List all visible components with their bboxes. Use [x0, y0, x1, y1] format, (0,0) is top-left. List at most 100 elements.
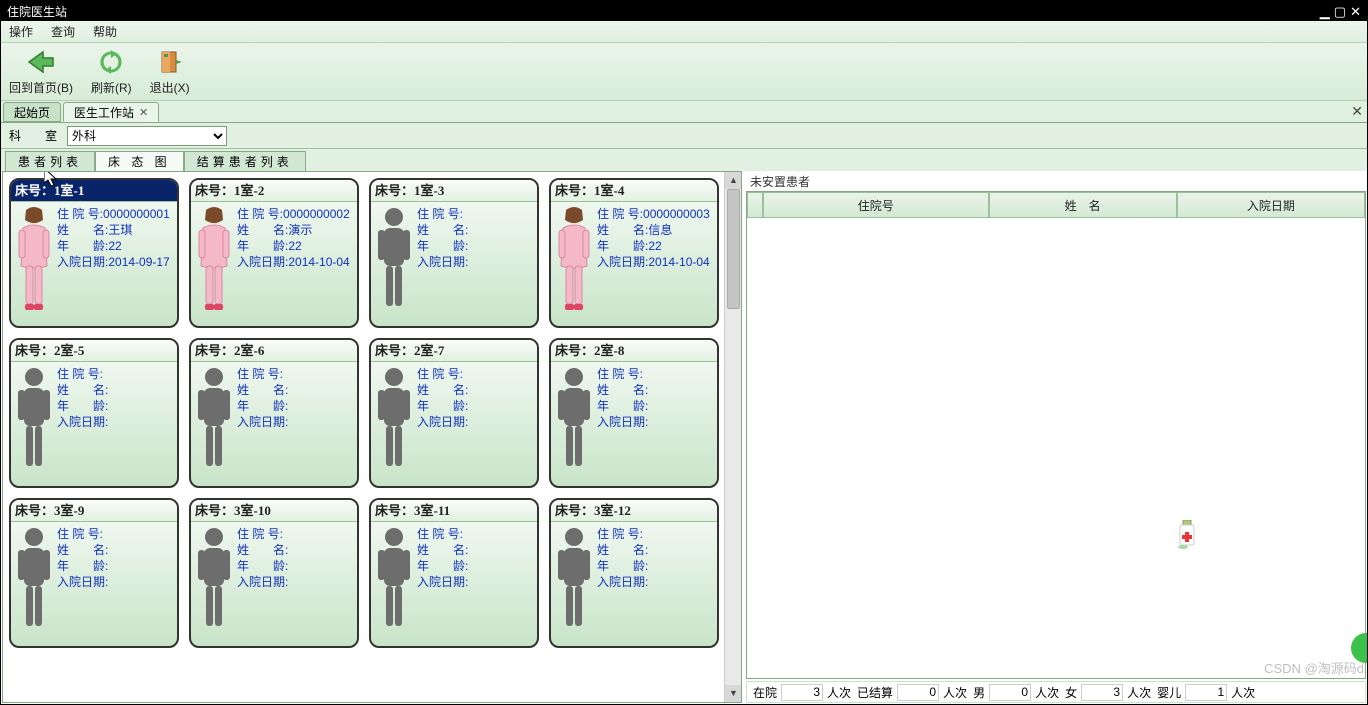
- bed-info: 住 院 号:姓 名:年 龄:入院日期:: [597, 526, 715, 636]
- patient-figure-icon: [373, 526, 415, 636]
- arrow-left-icon: [25, 47, 57, 77]
- patient-figure-icon: [553, 206, 595, 316]
- bed-body: 住 院 号:姓 名:年 龄:入院日期:: [371, 522, 537, 640]
- patient-figure-icon: [553, 366, 595, 476]
- titlebar: 住院医生站 ▁ ▢ ✕: [1, 1, 1367, 21]
- bed-info: 住 院 号:姓 名:年 龄:入院日期:: [57, 526, 175, 636]
- bed-header: 床号：3室-9: [11, 500, 177, 522]
- bed-info: 住 院 号:0000000001姓 名:王琪年 龄:22入院日期:2014-09…: [57, 206, 175, 316]
- refresh-button[interactable]: 刷新(R): [91, 47, 132, 96]
- patient-figure-icon: [13, 206, 55, 316]
- st-b-val[interactable]: [1185, 684, 1227, 701]
- st-in-val[interactable]: [781, 684, 823, 701]
- st-set-lbl: 已结算: [857, 684, 893, 701]
- exit-icon: [154, 47, 186, 77]
- tabbar-close-icon[interactable]: ✕: [1351, 103, 1363, 120]
- bed-card[interactable]: 床号：2室-7住 院 号:姓 名:年 龄:入院日期:: [369, 338, 539, 488]
- st-b-u: 人次: [1231, 684, 1255, 701]
- menu-help[interactable]: 帮助: [93, 23, 117, 40]
- bed-header: 床号：2室-6: [191, 340, 357, 362]
- watermark: CSDN @淘源码d: [1264, 658, 1364, 677]
- st-in-u: 人次: [827, 684, 851, 701]
- exit-button[interactable]: 退出(X): [150, 47, 190, 96]
- patient-figure-icon: [193, 366, 235, 476]
- scroll-thumb[interactable]: [727, 189, 740, 309]
- bed-info: 住 院 号:姓 名:年 龄:入院日期:: [57, 366, 175, 476]
- bed-body: 住 院 号:0000000001姓 名:王琪年 龄:22入院日期:2014-09…: [11, 202, 177, 320]
- right-panel: 未安置患者 住院号 姓 名 入院日期 在院人次 已结算人次 男人次 女: [746, 171, 1366, 703]
- bed-body: 住 院 号:姓 名:年 龄:入院日期:: [11, 362, 177, 480]
- tab-start-label: 起始页: [14, 104, 50, 121]
- table-body: [747, 218, 1365, 678]
- bed-card[interactable]: 床号：1室-2住 院 号:0000000002姓 名:演示年 龄:22入院日期:…: [189, 178, 359, 328]
- bed-info: 住 院 号:0000000003姓 名:信息年 龄:22入院日期:2014-10…: [597, 206, 715, 316]
- st-m-lbl: 男: [973, 684, 985, 701]
- bed-header: 床号：3室-11: [371, 500, 537, 522]
- bed-header: 床号：3室-12: [551, 500, 717, 522]
- scroll-down-icon[interactable]: ▼: [725, 685, 742, 702]
- subtab-settle[interactable]: 结算患者列表: [184, 151, 306, 171]
- dept-label: 科 室: [9, 127, 57, 144]
- menu-query[interactable]: 查询: [51, 23, 75, 40]
- bed-card[interactable]: 床号：3室-9 住 院 号:姓 名:年 龄:入院日期:: [9, 498, 179, 648]
- dept-row: 科 室 外科: [1, 123, 1367, 149]
- bed-card[interactable]: 床号：3室-10住 院 号:姓 名:年 龄:入院日期:: [189, 498, 359, 648]
- patient-figure-icon: [13, 366, 55, 476]
- maximize-icon[interactable]: ▢: [1334, 5, 1346, 18]
- bed-body: 住 院 号:0000000003姓 名:信息年 龄:22入院日期:2014-10…: [551, 202, 717, 320]
- bed-card[interactable]: 床号：3室-12 住 院 号:姓 名:年 龄:入院日期:: [549, 498, 719, 648]
- st-m-val[interactable]: [989, 684, 1031, 701]
- bed-card[interactable]: 床号：2室-5住 院 号:姓 名:年 龄:入院日期:: [9, 338, 179, 488]
- status-bar: 在院人次 已结算人次 男人次 女人次 婴儿人次: [746, 681, 1366, 703]
- main-window: 住院医生站 ▁ ▢ ✕ 操作 查询 帮助 回到首页(B) 刷新(R): [0, 0, 1368, 705]
- bed-card[interactable]: 床号：2室-6住 院 号:姓 名:年 龄:入院日期:: [189, 338, 359, 488]
- bed-info: 住 院 号:姓 名:年 龄:入院日期:: [417, 366, 535, 476]
- bed-body: 住 院 号:姓 名:年 龄:入院日期:: [371, 362, 537, 480]
- bed-card[interactable]: 床号：3室-11 住 院 号:姓 名:年 龄:入院日期:: [369, 498, 539, 648]
- bed-card[interactable]: 床号：1室-3住 院 号:姓 名:年 龄:入院日期:: [369, 178, 539, 328]
- home-button[interactable]: 回到首页(B): [9, 47, 73, 96]
- bed-card[interactable]: 床号：1室-1住 院 号:0000000001姓 名:王琪年 龄:22入院日期:…: [9, 178, 179, 328]
- tab-close-icon[interactable]: ✕: [139, 106, 148, 119]
- tab-start[interactable]: 起始页: [3, 102, 61, 122]
- subtabs: 患者列表 床 态 图 结算患者列表: [1, 149, 1367, 171]
- home-label: 回到首页(B): [9, 79, 73, 96]
- minimize-icon[interactable]: ▁: [1320, 5, 1330, 18]
- menu-op[interactable]: 操作: [9, 23, 33, 40]
- st-in-lbl: 在院: [753, 684, 777, 701]
- patient-figure-icon: [13, 526, 55, 636]
- bed-info: 住 院 号:姓 名:年 龄:入院日期:: [417, 526, 535, 636]
- scroll-up-icon[interactable]: ▲: [725, 172, 742, 189]
- bed-header: 床号：1室-4: [551, 180, 717, 202]
- scrollbar[interactable]: ▲ ▼: [724, 172, 741, 702]
- medicine-bottle-icon: [1177, 520, 1197, 550]
- st-m-u: 人次: [1035, 684, 1059, 701]
- unassigned-title: 未安置患者: [746, 171, 1366, 191]
- close-icon[interactable]: ✕: [1350, 5, 1361, 18]
- bed-body: 住 院 号:0000000002姓 名:演示年 龄:22入院日期:2014-10…: [191, 202, 357, 320]
- th-adm: 入院日期: [1177, 192, 1365, 218]
- th-blank: [747, 192, 763, 218]
- bed-body: 住 院 号:姓 名:年 龄:入院日期:: [191, 362, 357, 480]
- th-name: 姓 名: [989, 192, 1177, 218]
- bed-body: 住 院 号:姓 名:年 龄:入院日期:: [191, 522, 357, 640]
- dept-select[interactable]: 外科: [67, 126, 227, 146]
- bed-body: 住 院 号:姓 名:年 龄:入院日期:: [551, 522, 717, 640]
- subtab-bed[interactable]: 床 态 图: [95, 151, 184, 171]
- patient-figure-icon: [373, 206, 415, 316]
- content: 床号：1室-1住 院 号:0000000001姓 名:王琪年 龄:22入院日期:…: [2, 171, 1366, 703]
- st-f-u: 人次: [1127, 684, 1151, 701]
- tabbar: 起始页 医生工作站 ✕ ✕: [1, 101, 1367, 123]
- table-header: 住院号 姓 名 入院日期: [747, 192, 1365, 218]
- st-set-val[interactable]: [897, 684, 939, 701]
- patient-figure-icon: [553, 526, 595, 636]
- toolbar: 回到首页(B) 刷新(R) 退出(X): [1, 43, 1367, 101]
- tab-ws-label: 医生工作站: [74, 104, 134, 121]
- subtab-list[interactable]: 患者列表: [5, 151, 95, 171]
- bed-card[interactable]: 床号：1室-4 住 院 号:0000000003姓 名:信息年 龄:22入院日期:…: [549, 178, 719, 328]
- bed-header: 床号：1室-3: [371, 180, 537, 202]
- tab-workstation[interactable]: 医生工作站 ✕: [63, 102, 159, 122]
- bed-card[interactable]: 床号：2室-8住 院 号:姓 名:年 龄:入院日期:: [549, 338, 719, 488]
- st-f-val[interactable]: [1081, 684, 1123, 701]
- th-hos: 住院号: [763, 192, 989, 218]
